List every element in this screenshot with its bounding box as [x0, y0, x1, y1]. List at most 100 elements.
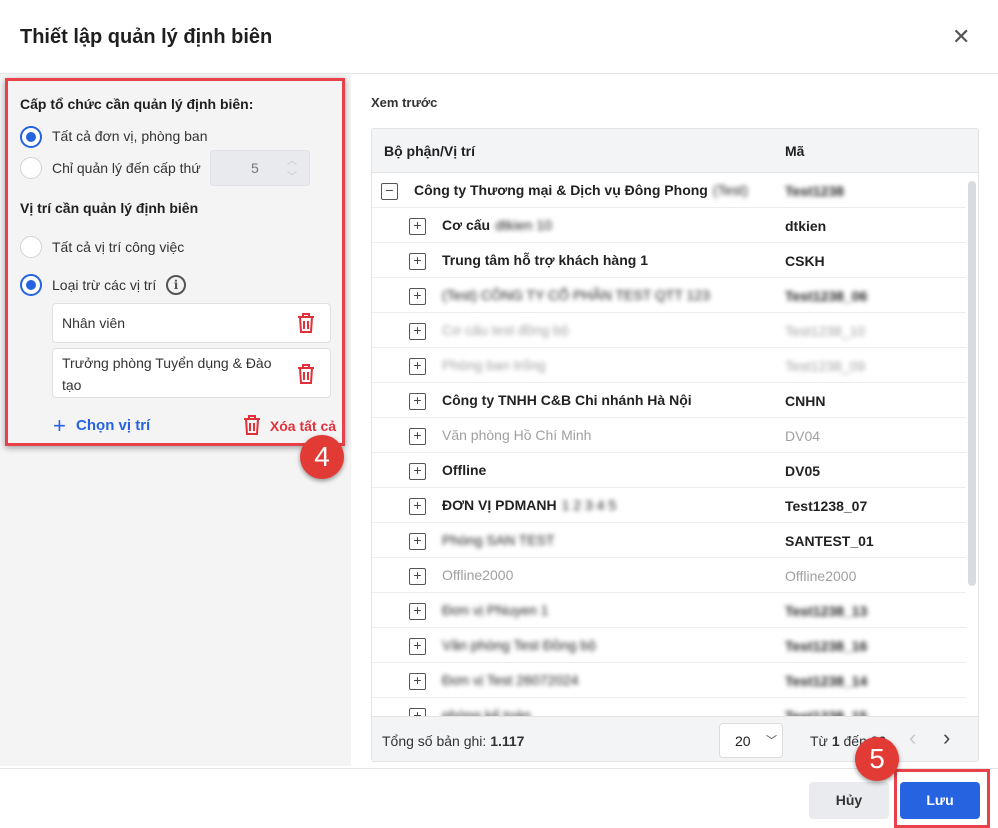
row-code: CNHN	[785, 393, 826, 409]
expand-icon[interactable]: +	[409, 533, 426, 550]
dialog-title: Thiết lập quản lý định biên	[20, 26, 273, 48]
close-icon[interactable]: ✕	[952, 24, 970, 50]
radio-label: Tất cả đơn vị, phòng ban	[52, 128, 208, 144]
row-code: Offline2000	[785, 568, 857, 584]
excluded-position-item: Trưởng phòng Tuyển dụng & Đào tạo	[52, 348, 331, 398]
choose-position-label: Chọn vị trí	[76, 417, 151, 434]
preview-table: Bộ phận/Vị trí Mã − Công ty Thương mại & …	[371, 128, 979, 762]
column-header-code: Mã	[785, 143, 805, 159]
table-row[interactable]: + Văn phòng Test Đồng bộ Test1238_16	[372, 628, 966, 663]
radio-label: Tất cả vị trí công việc	[52, 239, 185, 255]
expand-icon[interactable]: +	[409, 323, 426, 340]
collapse-icon[interactable]: −	[381, 183, 398, 200]
row-code: Test1238_14	[785, 673, 868, 689]
radio-all-positions[interactable]	[20, 236, 42, 258]
page-size-value: 20	[735, 733, 751, 749]
table-body: − Công ty Thương mại & Dịch vụ Đông Phong…	[372, 173, 978, 716]
row-code: Test1238_07	[785, 498, 868, 514]
row-name-redacted: Đơn vị PNuyen 1	[442, 602, 549, 618]
plus-icon: +	[53, 413, 66, 438]
expand-icon[interactable]: +	[409, 218, 426, 235]
expand-icon[interactable]: +	[409, 358, 426, 375]
row-code: Test1238_15	[785, 708, 868, 716]
row-name-redacted: Phòng ban trống	[442, 357, 546, 373]
table-row[interactable]: + Phòng SAN TEST SANTEST_01	[372, 523, 966, 558]
row-name: Đơn vị Test 26072024	[442, 672, 579, 688]
trash-icon[interactable]	[296, 312, 316, 340]
row-name-text: Cơ cấu	[442, 217, 491, 233]
table-header: Bộ phận/Vị trí Mã	[372, 129, 978, 173]
table-row[interactable]: + (Test) CÔNG TY CỔ PHẦN TEST QTT 123 Test…	[372, 278, 966, 313]
expand-icon[interactable]: +	[409, 463, 426, 480]
table-row[interactable]: + Đơn vị Test 26072024 Test1238_14	[372, 663, 966, 698]
choose-position-button[interactable]: + Chọn vị trí	[53, 413, 150, 439]
row-code: Test1238_09	[785, 358, 866, 374]
stepper-down-icon[interactable]: ﹀	[287, 168, 297, 183]
table-row[interactable]: + Văn phòng Hồ Chí Minh DV04	[372, 418, 966, 453]
table-row[interactable]: + Offline DV05	[372, 453, 966, 488]
row-name-text: Trung tâm hỗ trợ khách hàng 1	[442, 252, 648, 268]
expand-icon[interactable]: +	[409, 288, 426, 305]
radio-all-units[interactable]	[20, 126, 42, 148]
expand-icon[interactable]: +	[409, 498, 426, 515]
table-row[interactable]: − Công ty Thương mại & Dịch vụ Đông Phong…	[372, 173, 966, 208]
level-value: 5	[251, 160, 259, 176]
table-row[interactable]: + phòng kế toán Test1238_15	[372, 698, 966, 716]
prev-page-icon[interactable]: ‹	[909, 725, 916, 751]
row-name: Trung tâm hỗ trợ khách hàng 1	[442, 252, 648, 268]
row-name-text: Công ty TNHH C&B Chi nhánh Hà Nội	[442, 392, 692, 408]
row-code: DV04	[785, 428, 821, 444]
expand-icon[interactable]: +	[409, 673, 426, 690]
expand-icon[interactable]: +	[409, 253, 426, 270]
column-header-position: Bộ phận/Vị trí	[384, 143, 475, 159]
page-size-select[interactable]: 20 ﹀	[719, 723, 783, 758]
row-code: Test1238_13	[785, 603, 868, 619]
preview-label: Xem trước	[371, 95, 438, 110]
table-row[interactable]: + Offline2000 Offline2000	[372, 558, 966, 593]
row-name: Văn phòng Test Đồng bộ	[442, 637, 596, 653]
table-row[interactable]: + Trung tâm hỗ trợ khách hàng 1 CSKH	[372, 243, 966, 278]
expand-icon[interactable]: +	[409, 568, 426, 585]
stepper-up-icon[interactable]: ︿	[287, 152, 297, 167]
table-row[interactable]: + Phòng ban trống Test1238_09	[372, 348, 966, 383]
row-name-redacted: Đơn vị Test 26072024	[442, 672, 579, 688]
table-row[interactable]: + Đơn vị PNuyen 1 Test1238_13	[372, 593, 966, 628]
radio-level-limit[interactable]	[20, 157, 42, 179]
table-row[interactable]: + Cơ cấu dtkien 10 dtkien	[372, 208, 966, 243]
row-name-redacted: 1 2 3 4 5	[561, 497, 617, 513]
row-name-text: Văn phòng Hồ Chí Minh	[442, 427, 592, 443]
expand-icon[interactable]: +	[409, 428, 426, 445]
trash-icon[interactable]	[296, 363, 316, 391]
row-name: Phòng SAN TEST	[442, 532, 555, 548]
radio-exclude-positions[interactable]	[20, 274, 42, 296]
row-name-redacted: (Test) CÔNG TY CỔ PHẦN TEST QTT 123	[442, 287, 710, 303]
clear-all-label: Xóa tất cả	[269, 418, 337, 434]
table-row[interactable]: + Cơ cấu test đồng bộ Test1238_10	[372, 313, 966, 348]
row-name: Văn phòng Hồ Chí Minh	[442, 427, 591, 443]
row-code: Test1238_06	[785, 288, 868, 304]
next-page-icon[interactable]: ›	[943, 725, 950, 751]
radio-label: Loại trừ các vị trí	[52, 277, 157, 293]
expand-icon[interactable]: +	[409, 393, 426, 410]
level-stepper[interactable]: 5 ︿ ﹀	[210, 150, 310, 186]
total-value: 1.117	[490, 733, 525, 749]
scrollbar[interactable]	[968, 181, 976, 586]
clear-all-button[interactable]: Xóa tất cả	[242, 414, 336, 439]
row-name: Phòng ban trống	[442, 357, 546, 373]
excluded-position-label: Trưởng phòng Tuyển dụng & Đào tạo	[62, 355, 272, 393]
save-button[interactable]: Lưu	[900, 782, 980, 819]
expand-icon[interactable]: +	[409, 603, 426, 620]
row-name: Công ty Thương mại & Dịch vụ Đông Phong(…	[414, 182, 748, 198]
expand-icon[interactable]: +	[409, 708, 426, 716]
row-name: (Test) CÔNG TY CỔ PHẦN TEST QTT 123	[442, 287, 710, 303]
expand-icon[interactable]: +	[409, 638, 426, 655]
table-row[interactable]: + Công ty TNHH C&B Chi nhánh Hà Nội CNHN	[372, 383, 966, 418]
step-badge-4: 4	[300, 435, 344, 479]
cancel-button[interactable]: Hủy	[809, 782, 889, 819]
row-name-redacted: Cơ cấu test đồng bộ	[442, 322, 569, 338]
table-row[interactable]: + ĐƠN VỊ PDMANH 1 2 3 4 5 Test1238_07	[372, 488, 966, 523]
info-icon[interactable]: i	[166, 275, 186, 295]
excluded-position-item: Nhân viên	[52, 303, 331, 343]
row-name: Đơn vị PNuyen 1	[442, 602, 548, 618]
range-prefix: Từ	[810, 733, 828, 749]
